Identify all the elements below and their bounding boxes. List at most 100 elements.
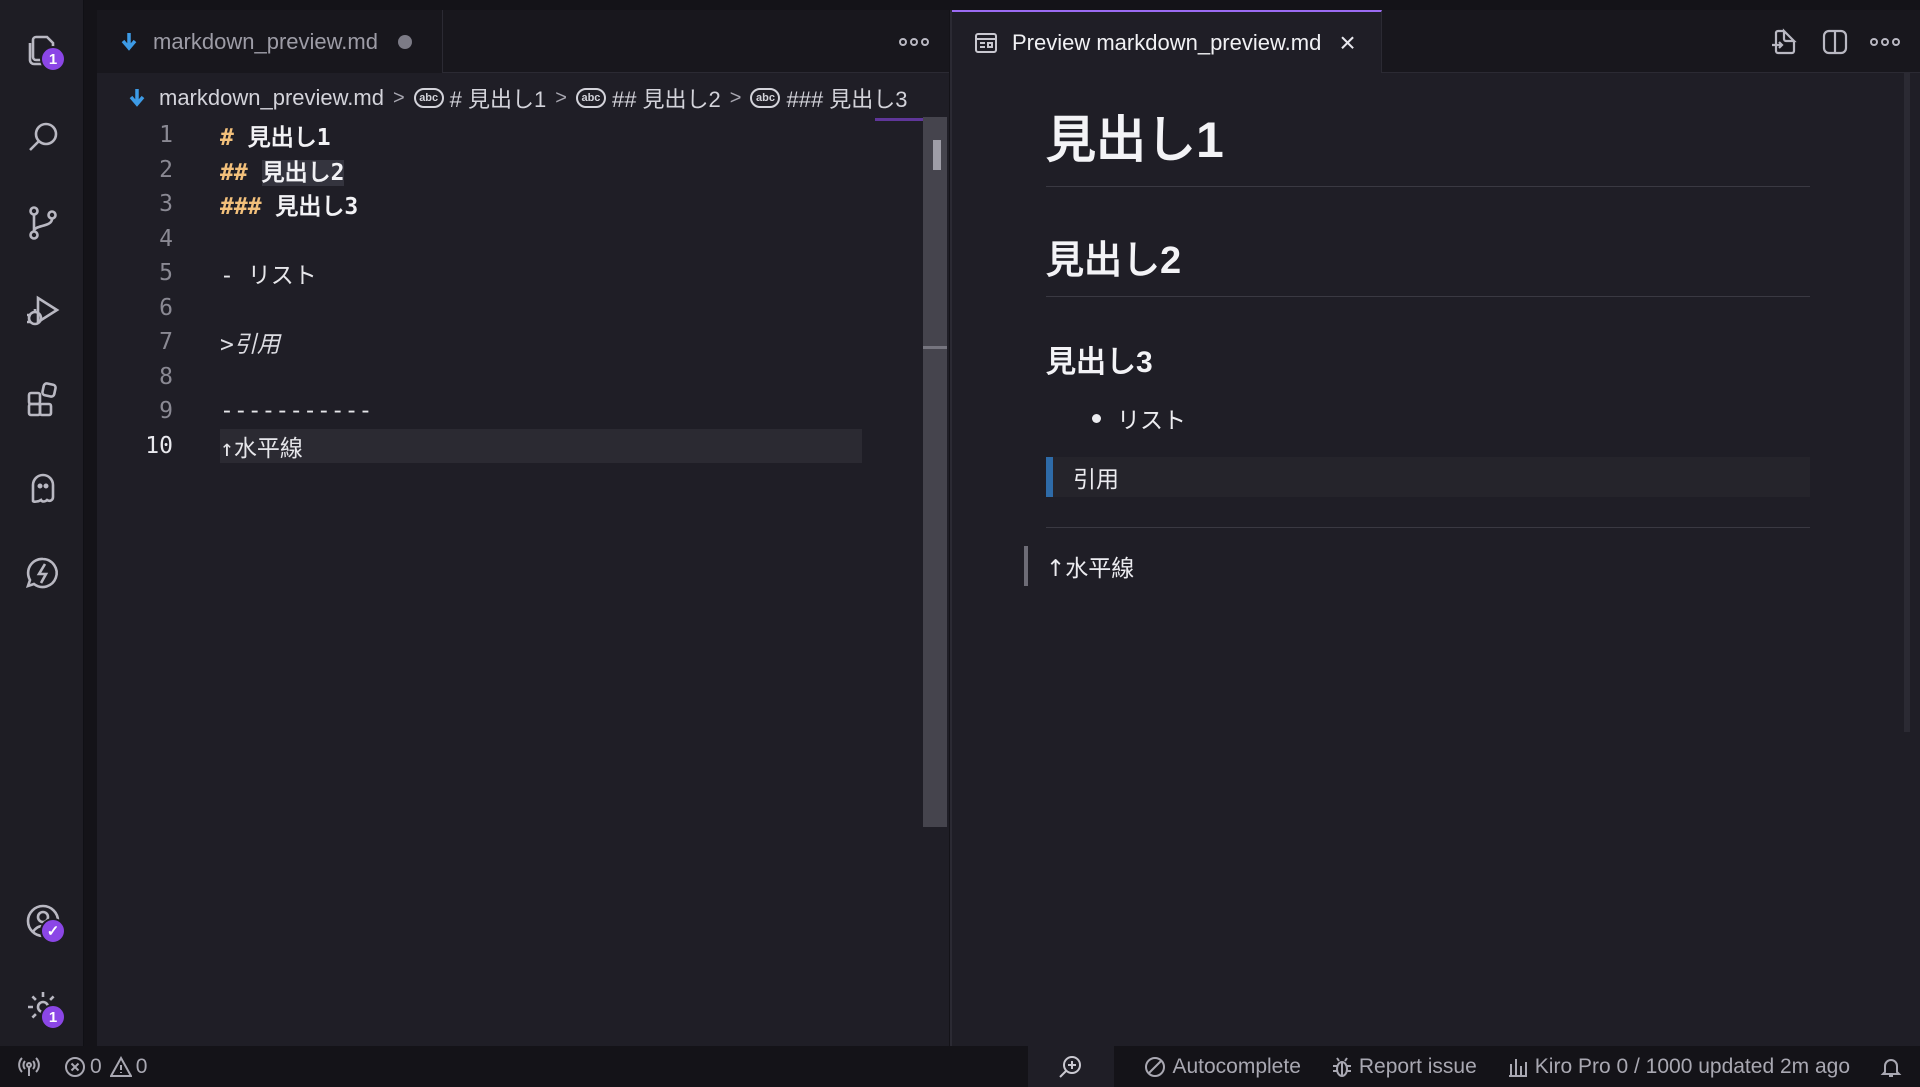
search-icon [29, 122, 58, 151]
preview-horizontal-rule [1046, 527, 1810, 528]
extensions-button[interactable] [18, 374, 68, 424]
breadcrumb-file[interactable]: markdown_preview.md [127, 85, 384, 111]
code-line[interactable]: 4 [97, 222, 927, 257]
line-text: >引用 [220, 332, 280, 359]
vertical-scrollbar[interactable] [923, 117, 947, 827]
blockquote-text: 引用 [1073, 467, 1119, 493]
source-control-button[interactable] [18, 198, 68, 248]
scrollbar-thumb[interactable] [933, 140, 941, 170]
bar-chart-icon [1508, 1058, 1527, 1077]
search-button[interactable] [18, 112, 68, 162]
plan-usage-label: Kiro Pro 0 / 1000 updated 2m ago [1534, 1054, 1850, 1078]
heading-text: 見出し1 [247, 125, 331, 152]
code-line[interactable]: 5 - リスト [97, 256, 927, 291]
preview-heading-3: 見出し3 [1046, 346, 1153, 379]
bullet-icon [1092, 413, 1101, 423]
close-icon[interactable]: × [1339, 27, 1355, 59]
warning-count: 0 [135, 1054, 148, 1078]
breadcrumb: markdown_preview.md > abc # 見出し1 > abc #… [127, 78, 908, 118]
breadcrumb-h1[interactable]: abc # 見出し1 [413, 82, 547, 114]
plan-usage[interactable]: Kiro Pro 0 / 1000 updated 2m ago [1507, 1055, 1850, 1079]
more-actions-icon[interactable] [1868, 25, 1902, 59]
code-line[interactable]: 2 ## 見出し2 [97, 153, 927, 188]
tab-label: markdown_preview.md [153, 28, 378, 54]
minimap[interactable] [875, 118, 923, 121]
breadcrumb-h1-label: # 見出し1 [449, 87, 547, 112]
scrollbar-marker [923, 346, 947, 349]
code-line[interactable]: 3 ### 見出し3 [97, 187, 927, 222]
line-number: 3 [159, 191, 173, 218]
settings-button[interactable]: 1 [18, 982, 68, 1032]
list-item-text: リスト [1117, 408, 1186, 434]
status-left: 0 0 [18, 1055, 147, 1079]
kiro-ghost-button[interactable] [18, 462, 68, 512]
line-number: 1 [159, 122, 173, 149]
heading-text: 見出し3 [275, 194, 359, 221]
preview-icon [974, 32, 998, 54]
code-line[interactable]: 6 [97, 291, 927, 326]
explorer-button[interactable]: 1 [18, 24, 68, 74]
line-number: 6 [159, 294, 173, 321]
ide-window: 1 ✓ 1 markdown_preview.md markdown_previ… [0, 0, 1920, 1087]
preview-scrollbar[interactable] [1904, 72, 1910, 732]
open-source-icon[interactable] [1768, 25, 1802, 59]
preview-heading-1: 見出し1 [1046, 72, 1810, 187]
line-text: ↑水平線 [220, 435, 303, 462]
report-issue-button[interactable]: Report issue [1331, 1055, 1477, 1079]
problems-indicator[interactable]: 0 0 [64, 1055, 147, 1079]
bug-icon [1332, 1056, 1351, 1077]
heading-marker: # [220, 125, 234, 152]
extensions-icon [27, 382, 57, 417]
preview-blockquote: 引用 [1046, 457, 1810, 497]
breadcrumb-h3[interactable]: abc ### 見出し3 [750, 82, 908, 114]
line-number: 4 [159, 225, 173, 252]
lightning-bubble-icon [25, 557, 58, 589]
paragraph-text: ↑水平線 [1046, 556, 1135, 582]
code-editor[interactable]: 1 # 見出し1 2 ## 見出し2 3 ### 見出し3 4 5 - リスト … [97, 118, 927, 463]
code-line[interactable]: 9 ----------- [97, 394, 927, 429]
markdown-preview: 見出し1 見出し2 見出し3 リスト 引用 ↑水平線 [1024, 72, 1810, 586]
tab-label: Preview markdown_preview.md [1012, 29, 1322, 55]
line-number: 2 [159, 156, 173, 183]
preview-paragraph: ↑水平線 [1024, 546, 1810, 586]
error-count: 0 [90, 1054, 102, 1078]
code-line-current[interactable]: 10 ↑水平線 [97, 428, 927, 464]
line-text: ----------- [220, 398, 373, 425]
remote-indicator[interactable] [18, 1056, 40, 1078]
line-number: 7 [159, 329, 173, 356]
preview-tab-actions [1768, 10, 1902, 73]
autocomplete-toggle[interactable]: Autocomplete [1144, 1054, 1301, 1079]
breadcrumb-h2[interactable]: abc ## 見出し2 [575, 82, 721, 114]
tab-preview[interactable]: Preview markdown_preview.md × [952, 10, 1382, 73]
preview-heading-2: 見出し2 [1046, 187, 1810, 297]
accounts-button[interactable]: ✓ [18, 896, 68, 946]
tab-markdown-file[interactable]: markdown_preview.md [97, 10, 443, 73]
breadcrumb-h3-label: ### 見出し3 [786, 87, 908, 112]
autocomplete-label: Autocomplete [1172, 1054, 1301, 1078]
run-debug-button[interactable] [18, 286, 68, 336]
notifications-button[interactable] [1880, 1056, 1902, 1078]
line-text: # 見出し1 [220, 118, 331, 152]
preview-tabbar: Preview markdown_preview.md × [952, 10, 1920, 73]
line-text: ### 見出し3 [220, 187, 358, 221]
code-line[interactable]: 8 [97, 360, 927, 395]
editor-tabbar: markdown_preview.md [97, 10, 949, 73]
status-bar: 0 0 Autocomplete Report issue Kiro Pro 0… [0, 1046, 1920, 1087]
warning-icon [109, 1055, 132, 1077]
line-number: 10 [145, 432, 173, 459]
activity-bar: 1 ✓ 1 [0, 0, 84, 1046]
breadcrumb-file-label: markdown_preview.md [159, 85, 384, 110]
heading-text: 見出し2 [261, 159, 345, 186]
line-number: 9 [159, 398, 173, 425]
code-line[interactable]: 1 # 見出し1 [97, 118, 927, 153]
breadcrumb-h2-label: ## 見出し2 [611, 87, 721, 112]
report-issue-label: Report issue [1358, 1054, 1477, 1078]
line-number: 8 [159, 363, 173, 390]
editor-tab-actions [897, 10, 931, 73]
code-line[interactable]: 7 >引用 [97, 325, 927, 360]
split-editor-icon[interactable] [1818, 25, 1852, 59]
more-actions-icon[interactable] [897, 25, 931, 59]
unsaved-dot-icon[interactable] [397, 34, 412, 49]
zoom-button[interactable] [1028, 1046, 1115, 1087]
kiro-agent-button[interactable] [18, 548, 68, 598]
